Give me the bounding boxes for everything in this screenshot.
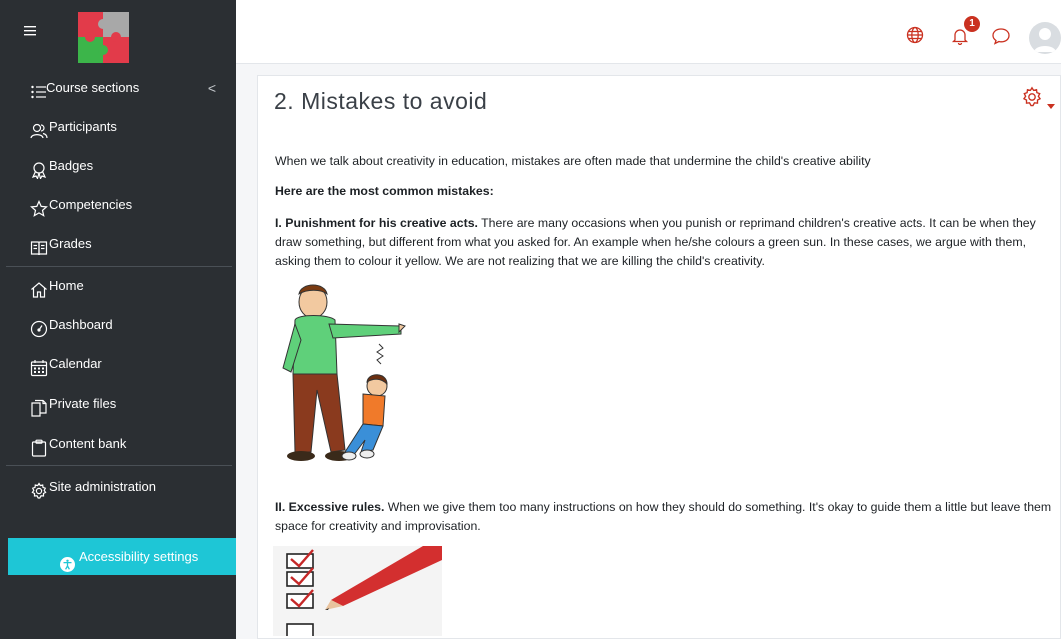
mistake-2-title: II. Excessive rules. [275,500,385,514]
navbar-brand-area [0,0,236,64]
sidebar-item-label: Site administration [49,479,156,494]
star-icon [30,196,48,217]
sidebar-item-label: Content bank [49,436,127,451]
intro-paragraph: When we talk about creativity in educati… [275,154,871,168]
sidebar-item-label: Private files [49,396,117,411]
mistake-2-paragraph: II. Excessive rules. When we give them t… [275,498,1055,536]
home-icon [30,277,48,298]
files-icon [30,395,48,417]
sidebar-item-private-files[interactable]: Private files [0,386,236,422]
accessibility-label: Accessibility settings [79,549,199,564]
sidebar-item-course-sections[interactable]: Course sections < [0,70,236,106]
page-title: 2. Mistakes to avoid [274,88,488,114]
accessibility-icon [60,549,75,572]
subheading-paragraph: Here are the most common mistakes: [275,182,1055,201]
badge-icon [30,157,48,181]
sidebar-item-competencies[interactable]: Competencies [0,187,236,223]
mistake-1-paragraph: I. Punishment for his creative acts. The… [275,214,1055,271]
sidebar-item-grades[interactable]: Grades [0,226,236,262]
sidebar-item-site-administration[interactable]: Site administration [0,469,236,505]
mistake-1-title: I. Punishment for his creative acts. [275,216,478,230]
puzzle-logo[interactable] [78,12,129,63]
sidebar-item-content-bank[interactable]: Content bank [0,426,236,462]
page-actions-menu[interactable] [1019,86,1059,110]
notification-badge: 1 [964,16,980,32]
sidebar-item-dashboard[interactable]: Dashboard [0,307,236,343]
sidebar-item-label: Grades [49,236,92,251]
calendar-icon [30,355,48,377]
subheading: Here are the most common mistakes: [275,184,494,198]
sidebar-item-participants[interactable]: Participants [0,109,236,145]
sidebar-divider [6,266,232,267]
gauge-icon [30,316,48,338]
sidebar-item-label: Competencies [49,197,133,212]
accessibility-settings-button[interactable]: Accessibility settings [8,538,236,575]
sidebar-item-label: Badges [49,158,94,173]
user-avatar-icon[interactable] [1029,22,1061,54]
sidebar-divider [6,465,232,466]
globe-icon[interactable] [906,26,928,48]
mistake-2-text: When we give them too many instructions … [275,500,1052,533]
caret-down-icon [1047,95,1055,114]
clipboard-icon [30,435,48,457]
sidebar-item-label: Participants [49,119,117,134]
gear-icon [30,478,48,499]
sidebar-item-label: Dashboard [49,317,113,332]
sidebar-item-home[interactable]: Home [0,268,236,304]
sidebar-item-label: Home [49,278,84,293]
sidebar-item-badges[interactable]: Badges [0,148,236,184]
hamburger-icon[interactable] [24,24,38,38]
punishment-illustration [273,280,408,470]
checklist-illustration [273,546,442,636]
sidebar-item-label: Course sections [46,80,140,95]
grades-icon [30,235,48,256]
collapse-chevron-icon[interactable]: < [208,70,216,106]
sidebar-item-label: Calendar [49,356,102,371]
cog-icon [1021,86,1043,112]
sidebar-item-calendar[interactable]: Calendar [0,346,236,382]
chat-icon[interactable] [991,27,1013,49]
users-icon [30,118,48,139]
